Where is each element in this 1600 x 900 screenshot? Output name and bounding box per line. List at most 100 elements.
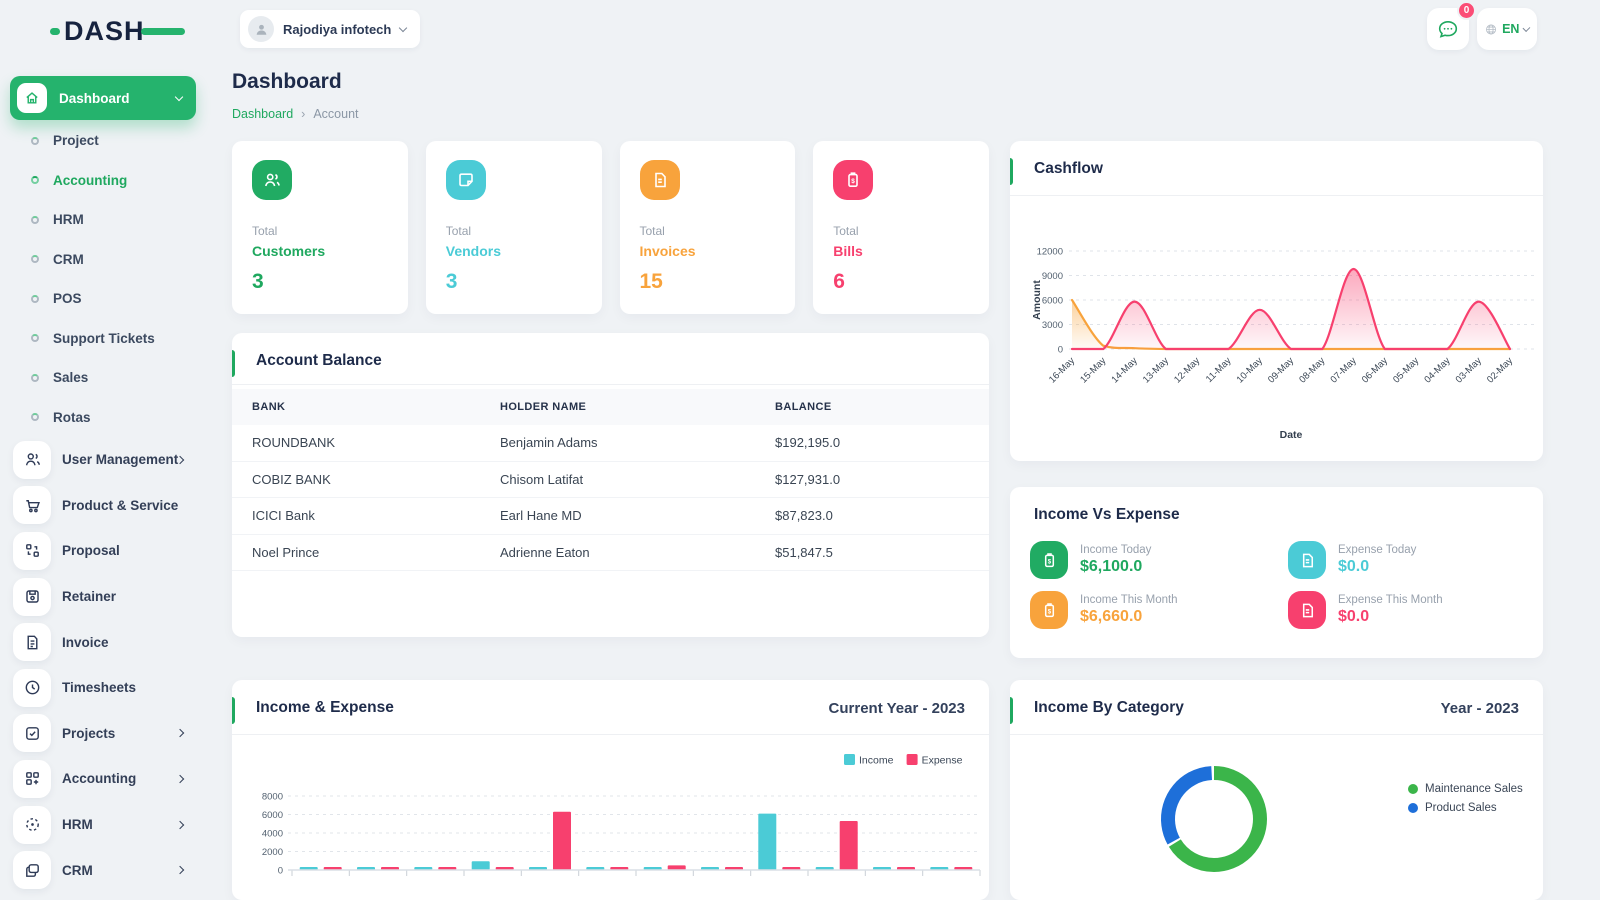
panel-accent-bar — [232, 350, 235, 377]
income-vs-expense-grid: $ Income Today$6,100.0 Expense Today$0.0… — [1030, 541, 1523, 629]
panel-title: Account Balance — [256, 352, 382, 370]
income-expense-panel: Income & Expense Current Year - 2023 020… — [232, 680, 989, 900]
chart-period: Year - 2023 — [1441, 700, 1519, 717]
panel-title: Cashflow — [1034, 160, 1103, 178]
notification-badge: 0 — [1457, 1, 1476, 20]
svg-text:10-May: 10-May — [1235, 355, 1265, 385]
sidebar-item-support-tickets[interactable]: Support Tickets — [0, 319, 218, 359]
user-menu[interactable]: Rajodiya infotech — [240, 10, 420, 48]
sidebar-item-product-service[interactable]: Product & Service — [0, 483, 218, 529]
sidebar-submenu: Project Accounting HRM CRM POS Support T… — [0, 121, 218, 437]
app-logo[interactable]: DASH — [50, 16, 185, 47]
svg-text:0: 0 — [1058, 345, 1063, 356]
panel-accent-bar — [1010, 697, 1013, 724]
svg-text:13-May: 13-May — [1141, 355, 1171, 385]
svg-text:$: $ — [851, 178, 855, 185]
bullet-icon — [31, 374, 39, 382]
sidebar-menu: User Management Product & Service Propos… — [0, 437, 218, 893]
svg-text:08-May: 08-May — [1297, 355, 1327, 385]
sidebar-item-rotas[interactable]: Rotas — [0, 398, 218, 438]
svg-text:$: $ — [1047, 608, 1051, 615]
home-icon — [17, 83, 47, 113]
svg-text:06-May: 06-May — [1360, 355, 1390, 385]
messages-button[interactable]: 0 — [1427, 8, 1469, 50]
sidebar-item-crm[interactable]: CRM — [0, 240, 218, 280]
panel-accent-bar — [232, 697, 235, 724]
sidebar-item-projects[interactable]: Projects — [0, 711, 218, 757]
sidebar-item-invoice[interactable]: Invoice — [0, 619, 218, 665]
panel-title: Income By Category — [1034, 699, 1184, 717]
sidebar-item-accounting[interactable]: Accounting — [0, 161, 218, 201]
logo-text: DASH — [64, 16, 145, 47]
svg-text:9000: 9000 — [1042, 271, 1063, 282]
sidebar-item-hrm-group[interactable]: HRM — [0, 802, 218, 848]
table-row: Noel PrinceAdrienne Eaton$51,847.5 — [232, 535, 989, 572]
check-square-icon — [13, 714, 51, 752]
svg-text:6000: 6000 — [1042, 296, 1063, 307]
avatar — [248, 16, 274, 42]
stat-label: Vendors — [446, 243, 582, 259]
person-icon — [254, 22, 269, 37]
stat-card-customers: Total Customers 3 — [232, 141, 408, 314]
sidebar-item-pos[interactable]: POS — [0, 279, 218, 319]
bullet-icon — [31, 295, 39, 303]
page-title: Dashboard — [232, 70, 342, 94]
account-balance-table: BANK HOLDER NAME BALANCE ROUNDBANKBenjam… — [232, 389, 989, 571]
panel-accent-bar — [1010, 158, 1013, 185]
sidebar-item-project[interactable]: Project — [0, 121, 218, 161]
stat-value: 3 — [252, 270, 388, 294]
bullet-icon — [31, 255, 39, 263]
income-expense-chart: 02000400060008000IncomeExpense — [232, 738, 989, 900]
svg-text:15-May: 15-May — [1078, 355, 1108, 385]
sidebar-item-user-management[interactable]: User Management — [0, 437, 218, 483]
income-this-month-item: $ Income This Month$6,660.0 — [1030, 591, 1288, 629]
chevron-right-icon — [176, 775, 184, 783]
svg-text:12000: 12000 — [1037, 247, 1063, 258]
vendors-icon — [446, 160, 486, 200]
svg-text:03-May: 03-May — [1454, 355, 1484, 385]
income-by-category-panel: Income By Category Year - 2023 Maintenan… — [1010, 680, 1543, 900]
clock-icon — [13, 669, 51, 707]
income-icon: $ — [1030, 541, 1068, 579]
table-row: ROUNDBANKBenjamin Adams$192,195.0 — [232, 425, 989, 462]
sidebar-item-hrm[interactable]: HRM — [0, 200, 218, 240]
chevron-down-icon — [175, 92, 183, 100]
chevron-down-icon — [1523, 24, 1530, 31]
stat-label: Bills — [833, 243, 969, 259]
svg-text:04-May: 04-May — [1422, 355, 1452, 385]
customers-icon — [252, 160, 292, 200]
stat-card-invoices: Total Invoices 15 — [620, 141, 796, 314]
language-selector[interactable]: EN — [1477, 8, 1537, 50]
cart-icon — [13, 486, 51, 524]
bullet-icon — [31, 216, 39, 224]
bullet-icon — [31, 137, 39, 145]
retainer-icon — [13, 578, 51, 616]
sidebar-item-label: Dashboard — [59, 91, 164, 106]
sidebar-item-proposal[interactable]: Proposal — [0, 528, 218, 574]
svg-text:Income: Income — [859, 755, 894, 767]
language-code: EN — [1502, 22, 1519, 36]
stat-label: Customers — [252, 243, 388, 259]
sidebar-item-dashboard-active[interactable]: Dashboard — [10, 76, 196, 120]
svg-text:Expense: Expense — [922, 755, 963, 767]
sidebar-item-accounting-group[interactable]: Accounting — [0, 756, 218, 802]
breadcrumb-separator: › — [301, 107, 305, 121]
legend-item-maintenance-sales: Maintenance Sales — [1408, 779, 1523, 798]
svg-text:02-May: 02-May — [1485, 355, 1515, 385]
invoices-icon — [640, 160, 680, 200]
income-vs-expense-panel: Income Vs Expense $ Income Today$6,100.0… — [1010, 487, 1543, 658]
bullet-icon — [31, 334, 39, 342]
chevron-down-icon — [399, 23, 407, 31]
sidebar-item-timesheets[interactable]: Timesheets — [0, 665, 218, 711]
sidebar-item-retainer[interactable]: Retainer — [0, 574, 218, 620]
svg-text:Amount: Amount — [1031, 280, 1043, 320]
sidebar-item-crm-group[interactable]: CRM — [0, 847, 218, 893]
expense-icon — [1288, 591, 1326, 629]
table-header: BANK HOLDER NAME BALANCE — [232, 389, 989, 425]
bullet-icon — [31, 176, 39, 184]
bills-icon: $ — [833, 160, 873, 200]
expense-today-item: Expense Today$0.0 — [1288, 541, 1523, 579]
sidebar-item-sales[interactable]: Sales — [0, 358, 218, 398]
breadcrumb-dashboard[interactable]: Dashboard — [232, 107, 293, 121]
stat-value: 15 — [640, 270, 776, 294]
